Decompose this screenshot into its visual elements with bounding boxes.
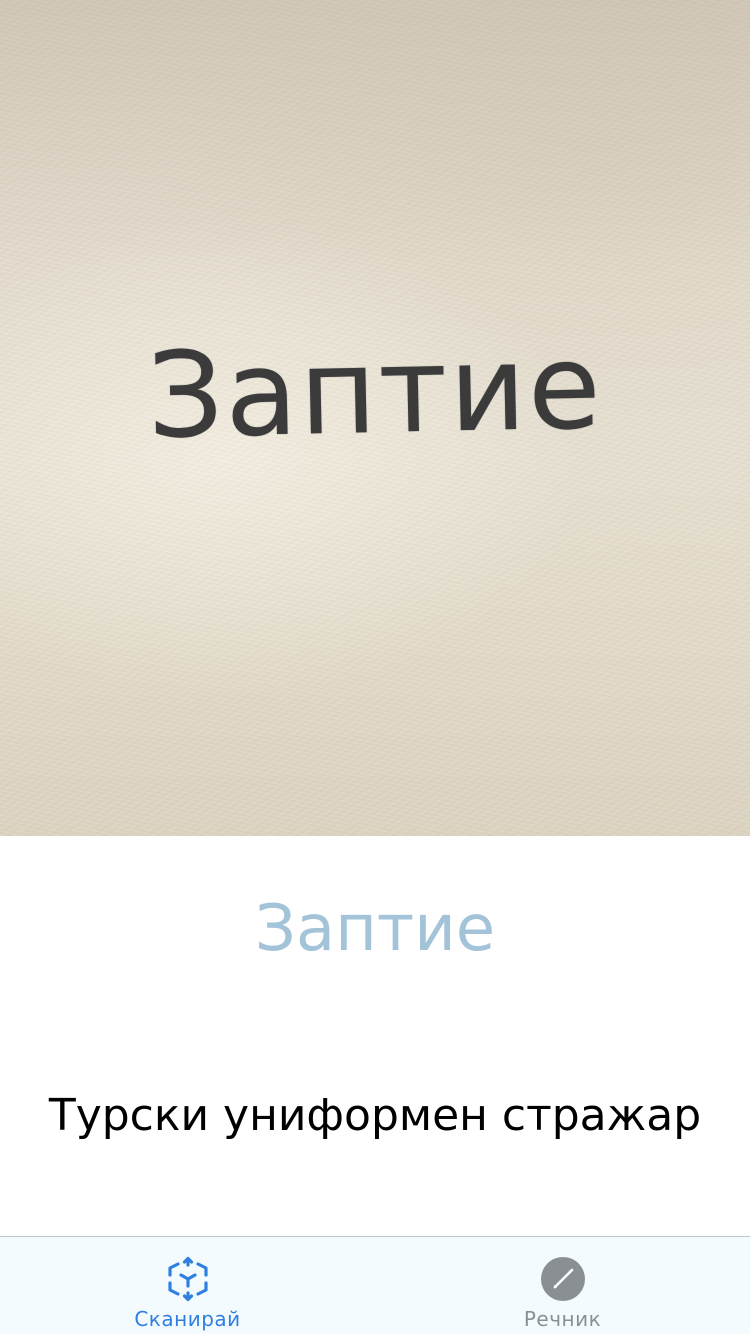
pencil-icon <box>539 1255 587 1303</box>
tab-dictionary[interactable]: Речник <box>375 1237 750 1334</box>
translation-text: Турски униформен стражар <box>48 1090 702 1141</box>
recognized-word: Заптие <box>254 892 496 966</box>
camera-shade <box>0 0 750 270</box>
app: Заптие Заптие Турски униформен стражар С… <box>0 0 750 1334</box>
camera-preview[interactable]: Заптие <box>0 0 750 836</box>
tab-scan-label: Сканирай <box>134 1307 241 1331</box>
tab-scan[interactable]: Сканирай <box>0 1237 375 1334</box>
tab-bar: Сканирай Речник <box>0 1236 750 1334</box>
scan-icon <box>164 1255 212 1303</box>
camera-detected-text: Заптие <box>146 317 604 465</box>
result-panel: Заптие Турски униформен стражар <box>0 836 750 1236</box>
tab-dictionary-label: Речник <box>523 1307 602 1331</box>
